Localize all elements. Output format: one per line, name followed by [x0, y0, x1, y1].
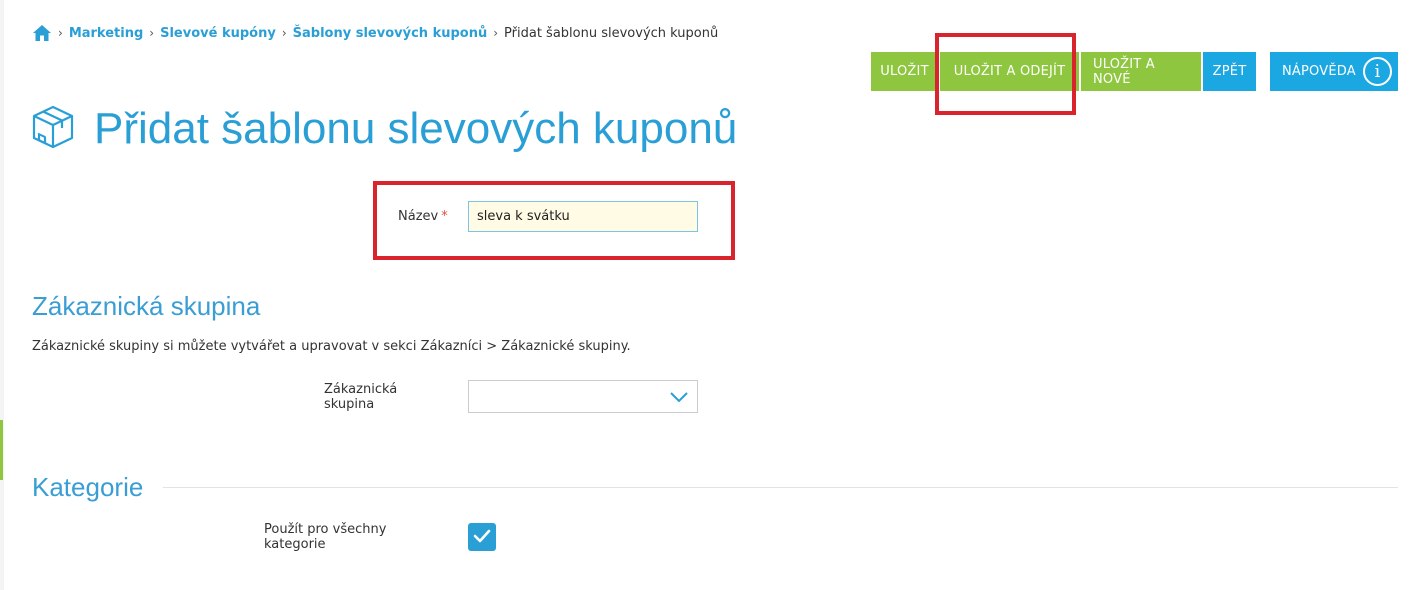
- page-header: Přidat šablonu slevových kuponů: [30, 104, 737, 154]
- breadcrumb: › Marketing › Slevové kupóny › Šablony s…: [32, 22, 718, 44]
- help-button-label: NÁPOVĚDA: [1282, 64, 1356, 79]
- breadcrumb-marketing[interactable]: Marketing: [69, 26, 143, 41]
- customer-group-select[interactable]: [468, 380, 698, 413]
- left-rail: [0, 0, 4, 590]
- customer-group-label: Zákaznická skupina: [324, 381, 398, 412]
- highlight-name-field: [373, 181, 735, 260]
- box-icon: [30, 104, 76, 154]
- home-icon[interactable]: [32, 23, 52, 43]
- categories-title: Kategorie: [32, 472, 144, 502]
- save-button[interactable]: ULOŽIT: [871, 52, 938, 91]
- all-categories-row: Použít pro všechny kategorie: [264, 522, 496, 552]
- checkmark-icon: [473, 528, 491, 547]
- breadcrumb-separator: ›: [281, 26, 287, 40]
- section-divider: [163, 487, 1398, 488]
- customer-group-description: Zákaznické skupiny si můžete vytvářet a …: [32, 339, 631, 354]
- highlight-save-exit: [935, 33, 1076, 115]
- save-and-new-button[interactable]: ULOŽIT A NOVÉ: [1081, 52, 1201, 91]
- customer-group-title: Zákaznická skupina: [32, 291, 261, 321]
- breadcrumb-coupon-templates[interactable]: Šablony slevových kuponů: [293, 26, 488, 41]
- back-button[interactable]: ZPĚT: [1203, 52, 1256, 91]
- chevron-down-icon: [669, 389, 689, 408]
- all-categories-label: Použít pro všechny kategorie: [264, 522, 387, 552]
- info-icon: i: [1363, 57, 1392, 86]
- breadcrumb-separator: ›: [58, 26, 63, 40]
- help-button[interactable]: NÁPOVĚDA i: [1270, 52, 1398, 91]
- all-categories-checkbox[interactable]: [468, 523, 496, 551]
- breadcrumb-separator: ›: [493, 26, 499, 40]
- breadcrumb-discount-coupons[interactable]: Slevové kupóny: [160, 26, 276, 41]
- page-title: Přidat šablonu slevových kuponů: [94, 104, 738, 153]
- breadcrumb-current: Přidat šablonu slevových kuponů: [504, 25, 719, 41]
- rail-active-indicator: [0, 420, 3, 480]
- customer-group-row: Zákaznická skupina: [324, 380, 698, 413]
- breadcrumb-separator: ›: [149, 26, 155, 40]
